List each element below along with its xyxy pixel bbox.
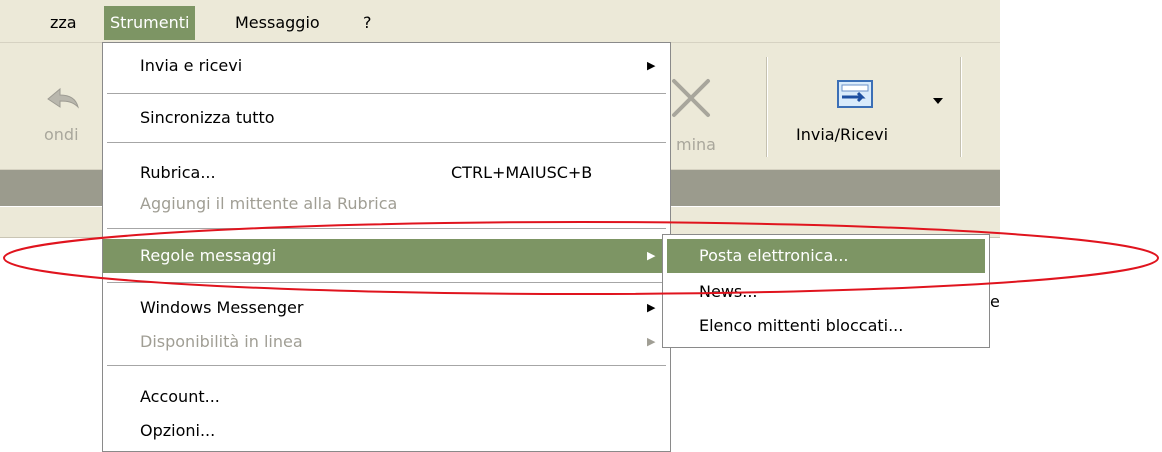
send-receive-dropdown-icon[interactable] [932, 97, 944, 105]
menu-bar: zza Strumenti Messaggio ? [0, 0, 1000, 43]
menu-item-account[interactable]: Account... [103, 380, 670, 414]
delete-icon [672, 79, 710, 117]
menu-item-label: Invia e ricevi [140, 56, 243, 75]
menu-item-label: Sincronizza tutto [140, 108, 275, 127]
submenu-arrow-icon: ▶ [647, 59, 656, 72]
menu-messaggio[interactable]: Messaggio [229, 6, 326, 40]
submenu-item-posta-elettronica[interactable]: Posta elettronica... [667, 239, 985, 273]
menu-item-label: Account... [140, 387, 220, 406]
menu-item-windows-messenger[interactable]: Windows Messenger ▶ [103, 291, 670, 325]
reply-button-label[interactable]: ondi [44, 125, 79, 144]
menu-item-label: Windows Messenger [140, 298, 304, 317]
menu-item-aggiungi-mittente[interactable]: Aggiungi il mittente alla Rubrica [103, 187, 670, 221]
menu-separator [107, 142, 666, 143]
menu-item-label: Regole messaggi [140, 246, 277, 265]
menu-item-invia-e-ricevi[interactable]: Invia e ricevi ▶ [103, 49, 670, 83]
send-receive-label[interactable]: Invia/Ricevi [796, 125, 888, 144]
menu-item-label: News... [699, 282, 758, 301]
menu-item-label: Elenco mittenti bloccati... [699, 316, 904, 335]
menu-separator [107, 93, 666, 94]
menu-item-label: Posta elettronica... [699, 246, 849, 265]
delete-button-label[interactable]: mina [676, 135, 716, 154]
menu-separator [107, 282, 666, 283]
send-receive-icon [837, 80, 873, 108]
menu-strumenti[interactable]: Strumenti [104, 6, 196, 40]
menu-item-sincronizza-tutto[interactable]: Sincronizza tutto [103, 101, 670, 135]
background-text-fragment: e [990, 292, 1000, 311]
menu-item-disponibilita-in-linea[interactable]: Disponibilità in linea ▶ [103, 325, 670, 359]
menu-separator [107, 365, 666, 366]
menu-item-label: Rubrica... [140, 163, 216, 182]
menu-visualizza-partial[interactable]: zza [44, 6, 83, 40]
reply-all-icon [47, 87, 79, 109]
toolbar-separator [766, 57, 768, 157]
menu-item-label: Aggiungi il mittente alla Rubrica [140, 194, 398, 213]
submenu-arrow-icon: ▶ [647, 249, 656, 262]
menu-item-label: Opzioni... [140, 421, 216, 440]
submenu-arrow-icon: ▶ [647, 301, 656, 314]
submenu-item-news[interactable]: News... [667, 275, 985, 309]
submenu-item-elenco-mittenti-bloccati[interactable]: Elenco mittenti bloccati... [667, 309, 985, 343]
menu-help[interactable]: ? [357, 6, 378, 40]
menu-item-opzioni[interactable]: Opzioni... [103, 414, 670, 448]
menu-separator [107, 228, 666, 229]
regole-messaggi-submenu: Posta elettronica... News... Elenco mitt… [662, 234, 990, 348]
menu-item-label: Disponibilità in linea [140, 332, 303, 351]
menu-item-regole-messaggi[interactable]: Regole messaggi ▶ [103, 239, 670, 273]
submenu-arrow-icon: ▶ [647, 335, 656, 348]
strumenti-menu: Invia e ricevi ▶ Sincronizza tutto Rubri… [102, 42, 671, 452]
toolbar-separator [960, 57, 962, 157]
menu-item-rubrica[interactable]: Rubrica... CTRL+MAIUSC+B [103, 156, 670, 190]
menu-item-shortcut: CTRL+MAIUSC+B [451, 163, 593, 182]
